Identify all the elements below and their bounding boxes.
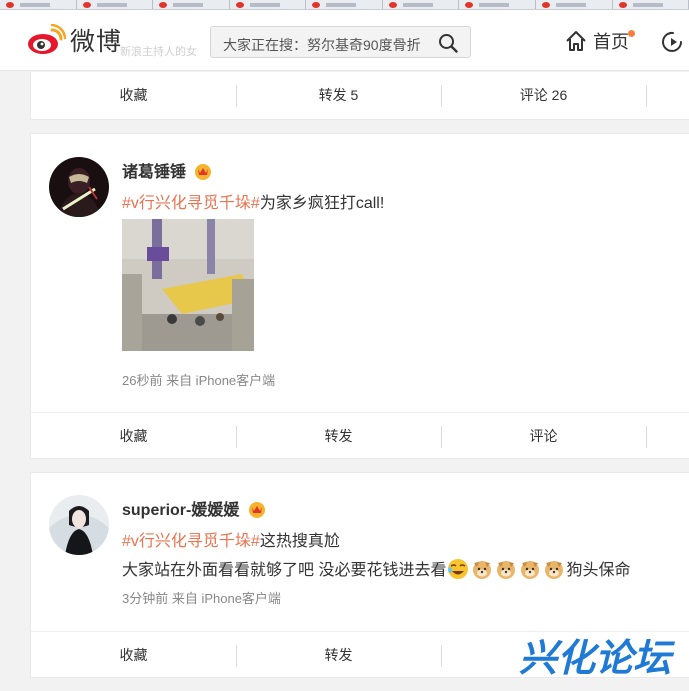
username[interactable]: 诸葛锤锤 [122, 158, 212, 182]
weibo-eye-icon [28, 24, 66, 54]
forum-watermark: 兴化论坛 [518, 635, 677, 679]
post-text-body: 为家乡疯狂打call! [259, 195, 385, 212]
search-input[interactable]: 大家正在搜：努尔基奇90度骨折 [210, 26, 471, 58]
browser-tab[interactable] [612, 0, 689, 9]
post-text-suffix: 狗头保命 [566, 562, 631, 579]
post-photo[interactable] [122, 219, 254, 351]
repost-button[interactable]: 转发 [236, 413, 441, 459]
browser-tab[interactable] [229, 0, 307, 9]
watermark-text: 兴化论坛 [519, 636, 676, 679]
search-icon[interactable] [438, 33, 458, 53]
doge-emoji-icon [521, 561, 540, 579]
faded-background-text: 新浪主持人的女 [120, 46, 197, 58]
repost-button[interactable]: 转发 [236, 632, 441, 678]
post-text-body: 这热搜真尬 [259, 533, 340, 550]
notification-dot [628, 30, 635, 37]
feed-card-previous: 收藏 转发 5 评论 26 [30, 72, 689, 120]
username[interactable]: superior-媛媛媛 [122, 496, 266, 520]
feed-card-post-1: 诸葛锤锤 #v行兴化寻觅千垛#为家乡疯狂打call! 26秒前 来自 iPhon… [30, 133, 689, 459]
top-nav-bar: 微博 新浪主持人的女 大家正在搜：努尔基奇90度骨折 首页 [0, 10, 689, 71]
avatar[interactable] [49, 495, 109, 555]
post-meta: 26秒前 来自 iPhone客户端 [122, 373, 276, 388]
favorite-button[interactable]: 收藏 [31, 413, 236, 459]
post-text-line-2: 大家站在外面看看就够了吧 没必要花钱进去看 狗头保命 [122, 556, 630, 580]
avatar[interactable] [49, 157, 109, 217]
logo-text: 微博 [70, 28, 123, 56]
topic-link[interactable]: #v行兴化寻觅千垛# [122, 533, 260, 550]
browser-tab[interactable] [459, 0, 536, 9]
favorite-button[interactable]: 收藏 [31, 72, 236, 118]
browser-tab[interactable] [306, 0, 383, 9]
video-play-icon[interactable] [661, 30, 685, 54]
vip-crown-icon [195, 164, 212, 180]
weibo-logo[interactable]: 微博 [26, 22, 122, 58]
search-placeholder: 大家正在搜：努尔基奇90度骨折 [223, 37, 421, 53]
favorite-button[interactable]: 收藏 [31, 632, 236, 678]
post-text: #v行兴化寻觅千垛#这热搜真尬 [122, 527, 340, 551]
post-text-line-2-body: 大家站在外面看看就够了吧 没必要花钱进去看 [122, 562, 447, 579]
topic-link[interactable]: #v行兴化寻觅千垛# [122, 195, 260, 212]
doge-emoji-icon [497, 561, 516, 579]
browser-tab[interactable] [382, 0, 460, 9]
vip-crown-icon [248, 502, 265, 518]
username-text[interactable]: superior-媛媛媛 [122, 502, 239, 519]
laugh-cry-emoji-icon [448, 559, 469, 579]
browser-tab[interactable] [153, 0, 230, 9]
action-bar: 收藏 转发 评论 [31, 412, 689, 458]
browser-tab[interactable] [535, 0, 613, 9]
browser-tab[interactable] [0, 0, 77, 9]
repost-button[interactable]: 转发 5 [236, 72, 441, 118]
doge-emoji-icon [473, 561, 492, 579]
comment-button[interactable]: 评论 26 [441, 72, 646, 118]
browser-tab[interactable] [76, 0, 154, 9]
username-text[interactable]: 诸葛锤锤 [122, 164, 186, 181]
comment-button[interactable]: 评论 [441, 413, 646, 459]
browser-tab-strip [0, 0, 689, 10]
like-button[interactable] [646, 413, 689, 459]
post-meta: 3分钟前 来自 iPhone客户端 [122, 591, 281, 606]
post-text: #v行兴化寻觅千垛#为家乡疯狂打call! [122, 189, 384, 213]
action-bar: 收藏 转发 5 评论 26 [31, 72, 689, 118]
nav-home-label: 首页 [593, 32, 629, 52]
doge-emoji-icon [545, 561, 564, 579]
nav-home-link[interactable]: 首页 [565, 28, 629, 54]
home-icon [566, 31, 586, 51]
like-button[interactable] [646, 72, 689, 118]
